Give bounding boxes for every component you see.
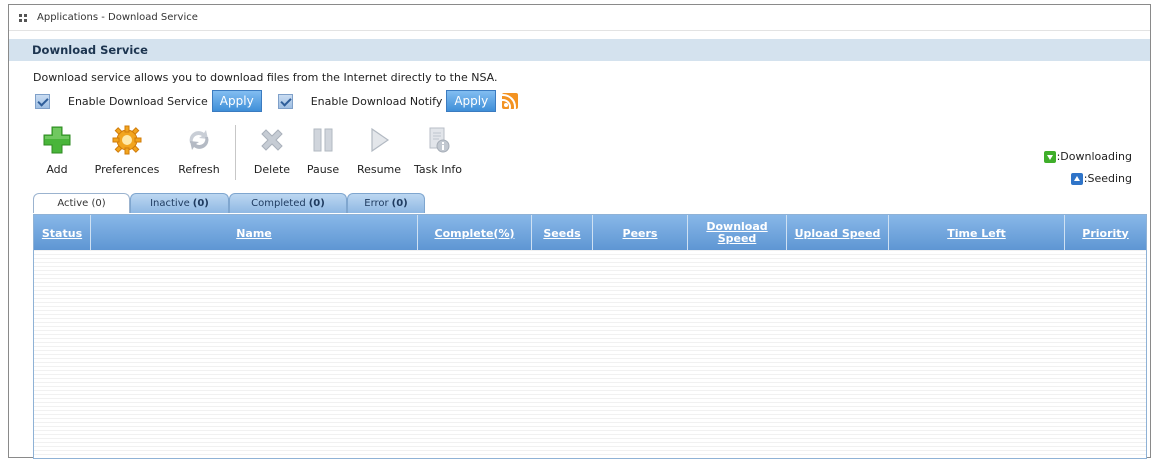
legend-seeding: :Seeding (1044, 168, 1132, 190)
window-title: Applications - Download Service (37, 12, 198, 23)
preferences-button[interactable]: Preferences (79, 125, 175, 176)
enable-notify-label: Enable Download Notify (310, 94, 443, 108)
task-info-button[interactable]: Task Info (408, 125, 468, 176)
legend-seeding-label: :Seeding (1083, 172, 1132, 185)
column-priority[interactable]: Priority (1065, 215, 1146, 250)
table-header: Status Name Complete(%) Seeds Peers Down… (34, 215, 1146, 250)
play-icon (364, 125, 394, 155)
tab-active[interactable]: Active (0) (33, 193, 130, 213)
column-complete[interactable]: Complete(%) (418, 215, 532, 250)
tab-completed[interactable]: Completed (0) (229, 193, 347, 213)
plus-icon (42, 125, 72, 155)
refresh-label: Refresh (178, 163, 220, 176)
tab-inactive-label: Inactive (150, 198, 190, 209)
column-time-left[interactable]: Time Left (889, 215, 1065, 250)
column-name[interactable]: Name (91, 215, 418, 250)
grip-icon (19, 13, 29, 22)
add-label: Add (46, 163, 68, 176)
description-text: Download service allows you to download … (33, 71, 498, 84)
add-button[interactable]: Add (35, 125, 79, 176)
delete-button[interactable]: Delete (248, 125, 296, 176)
apply-notify-button[interactable]: Apply (446, 90, 497, 112)
enable-notify-checkbox[interactable] (277, 93, 293, 109)
tab-active-label: Active (57, 198, 89, 209)
seeding-icon (1070, 173, 1083, 185)
tab-active-count: (0) (91, 198, 106, 209)
tab-completed-label: Completed (251, 198, 306, 209)
status-legend: :Downloading :Seeding (1043, 146, 1132, 190)
enable-download-label: Enable Download Service (68, 94, 208, 108)
window-titlebar: Applications - Download Service (9, 5, 1150, 31)
enable-download-checkbox[interactable] (35, 93, 50, 109)
refresh-button[interactable]: Refresh (175, 125, 223, 176)
apply-download-button[interactable]: Apply (211, 90, 262, 112)
column-peers[interactable]: Peers (593, 215, 688, 250)
options-row: Enable Download Service Apply Enable Dow… (35, 89, 519, 113)
pause-button[interactable]: Pause (296, 125, 350, 176)
toolbar: Add Preferences Refresh Delete Pause Res… (35, 125, 468, 185)
toolbar-separator (235, 125, 236, 180)
column-status[interactable]: Status (34, 215, 91, 250)
rss-icon[interactable] (502, 93, 519, 109)
column-seeds[interactable]: Seeds (532, 215, 593, 250)
pause-label: Pause (306, 163, 340, 176)
legend-downloading: :Downloading (1043, 146, 1132, 168)
refresh-icon (184, 125, 214, 155)
tab-error[interactable]: Error (0) (347, 193, 425, 213)
legend-downloading-label: :Downloading (1056, 150, 1132, 163)
app-frame: Applications - Download Service Download… (8, 4, 1151, 459)
downloading-icon (1043, 151, 1056, 163)
column-upload-speed[interactable]: Upload Speed (787, 215, 889, 250)
delete-label: Delete (253, 163, 291, 176)
section-title: Download Service (32, 43, 148, 57)
gear-icon (112, 125, 142, 155)
task-table: Status Name Complete(%) Seeds Peers Down… (33, 214, 1147, 459)
preferences-label: Preferences (94, 163, 160, 176)
column-download-speed[interactable]: Download Speed (688, 215, 787, 250)
section-header: Download Service (9, 39, 1150, 61)
resume-button[interactable]: Resume (350, 125, 408, 176)
pause-icon (308, 125, 338, 155)
tab-inactive-count: (0) (192, 198, 209, 209)
resume-label: Resume (356, 163, 402, 176)
info-icon (423, 125, 453, 155)
task-info-label: Task Info (413, 163, 463, 176)
task-tabs: Active (0) Inactive (0) Completed (0) Erro… (33, 193, 425, 213)
delete-icon (257, 125, 287, 155)
tab-error-count: (0) (391, 198, 408, 209)
tab-inactive[interactable]: Inactive (0) (130, 193, 229, 213)
tab-completed-count: (0) (308, 198, 325, 209)
tab-error-label: Error (364, 198, 389, 209)
